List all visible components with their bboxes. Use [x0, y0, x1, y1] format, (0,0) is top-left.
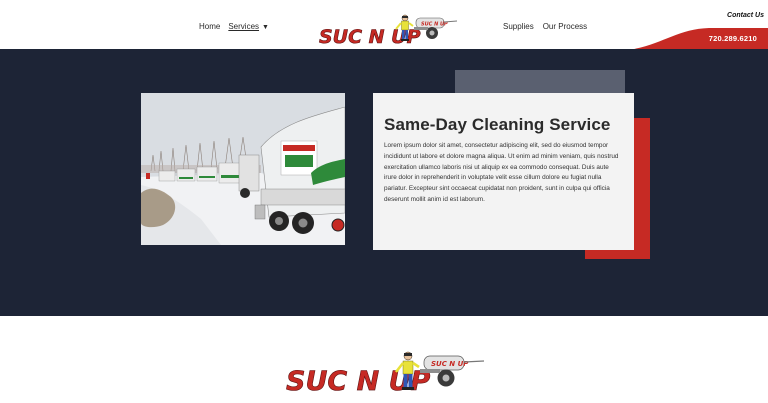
site-header: Home Services ▼ SUC N UP SUC N UP Suppli… — [0, 0, 768, 49]
page: Home Services ▼ SUC N UP SUC N UP Suppli… — [0, 0, 768, 403]
service-description: Lorem ipsum dolor sit amet, consectetur … — [384, 142, 619, 203]
site-footer: SUC N UP SUC N UP — [0, 316, 768, 403]
phone-number-link[interactable]: 720.289.6210 — [709, 34, 757, 43]
footer-logo[interactable]: SUC N UP SUC N UP — [284, 348, 486, 398]
nav-our-process-link[interactable]: Our Process — [543, 22, 587, 31]
nav-services-label: Services — [228, 22, 260, 31]
contact-us-link[interactable]: Contact Us — [727, 12, 764, 19]
nav-services-link[interactable]: Services ▼ — [228, 22, 269, 31]
truck-sign-label: SUC N UP — [421, 22, 448, 28]
hero-section: Same-Day Cleaning Service Lorem ipsum do… — [0, 49, 768, 316]
logo[interactable]: SUC N UP SUC N UP — [317, 12, 459, 49]
nav-left: Home Services ▼ — [199, 22, 269, 31]
nav-home-link[interactable]: Home — [199, 22, 220, 31]
nav-supplies-link[interactable]: Supplies — [503, 22, 534, 31]
footer-truck-sign-label: SUC N UP — [431, 360, 469, 368]
service-card: Same-Day Cleaning Service Lorem ipsum do… — [373, 93, 634, 250]
nav-right: Supplies Our Process — [503, 22, 587, 31]
hero-photo — [141, 93, 345, 245]
caret-down-icon: ▼ — [262, 24, 269, 31]
service-title: Same-Day Cleaning Service — [384, 115, 611, 134]
